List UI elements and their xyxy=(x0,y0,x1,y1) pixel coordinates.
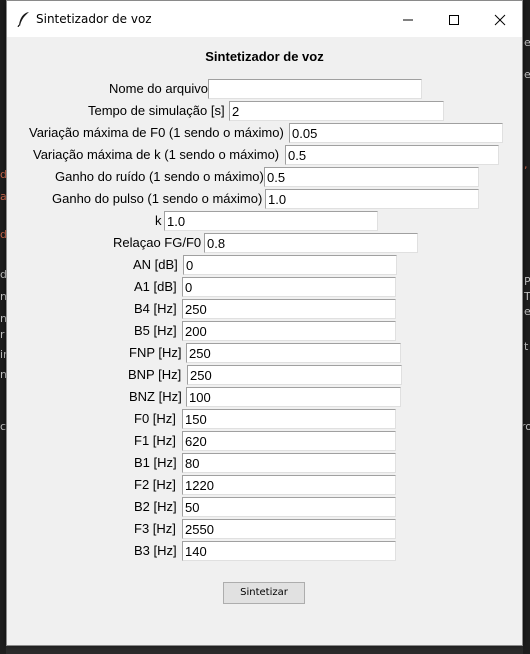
background-fragment: t xyxy=(524,340,529,353)
minimize-button[interactable] xyxy=(385,1,431,37)
b3-input[interactable] xyxy=(182,541,396,561)
f2-input[interactable] xyxy=(182,475,396,495)
field-label-fnp: FNP [Hz] xyxy=(129,345,182,360)
field-label-variacao-k: Variação máxima de k (1 sendo o máximo) xyxy=(33,147,280,162)
field-label-f3: F3 [Hz] xyxy=(134,521,176,536)
ganho-pulso-input[interactable] xyxy=(265,189,479,209)
field-label-ganho-ruido: Ganho do ruído (1 sendo o máximo) xyxy=(55,169,264,184)
b5-input[interactable] xyxy=(182,321,396,341)
close-icon xyxy=(494,14,506,26)
k-input[interactable] xyxy=(164,211,378,231)
field-label-b4: B4 [Hz] xyxy=(134,301,177,316)
title-bar[interactable]: Sintetizador de voz xyxy=(7,1,522,37)
relacao-fg-f0-input[interactable] xyxy=(204,233,418,253)
field-label-nome-do-arquivo: Nome do arquivo xyxy=(109,81,208,96)
field-label-a1: A1 [dB] xyxy=(134,279,177,294)
maximize-button[interactable] xyxy=(431,1,477,37)
f1-input[interactable] xyxy=(182,431,396,451)
a1-input[interactable] xyxy=(182,277,396,297)
background-editor-right xyxy=(523,0,530,654)
field-label-f2: F2 [Hz] xyxy=(134,477,176,492)
tempo-de-simulacao-input[interactable] xyxy=(229,101,444,121)
window-title: Sintetizador de voz xyxy=(36,12,152,26)
variacao-f0-input[interactable] xyxy=(289,123,503,143)
background-fragment: e xyxy=(524,305,530,318)
field-label-tempo-de-simulacao: Tempo de simulação [s] xyxy=(88,103,225,118)
field-label-f1: F1 [Hz] xyxy=(134,433,176,448)
field-label-bnz: BNZ [Hz] xyxy=(129,389,182,404)
sintetizar-button[interactable]: Sintetizar xyxy=(223,582,305,604)
form-heading: Sintetizador de voz xyxy=(205,49,324,64)
field-label-bnp: BNP [Hz] xyxy=(128,367,182,382)
variacao-k-input[interactable] xyxy=(285,145,499,165)
b2-input[interactable] xyxy=(182,497,396,517)
f3-input[interactable] xyxy=(182,519,396,539)
bnp-input[interactable] xyxy=(187,365,402,385)
background-fragment: r xyxy=(0,328,5,341)
b1-input[interactable] xyxy=(182,453,396,473)
field-label-ganho-pulso: Ganho do pulso (1 sendo o máximo) xyxy=(52,191,263,206)
an-input[interactable] xyxy=(183,255,397,275)
field-label-k: k xyxy=(155,213,162,228)
field-label-an: AN [dB] xyxy=(133,257,178,272)
background-fragment: , xyxy=(524,158,528,171)
field-label-b2: B2 [Hz] xyxy=(134,499,177,514)
field-label-variacao-f0: Variação máxima de F0 (1 sendo o máximo) xyxy=(29,125,284,140)
app-window: Sintetizador de voz Sintetizador de voz … xyxy=(6,0,523,646)
nome-do-arquivo-input[interactable] xyxy=(208,79,422,99)
background-fragment: P xyxy=(524,275,530,288)
b4-input[interactable] xyxy=(182,299,396,319)
ganho-ruido-input[interactable] xyxy=(264,167,479,187)
field-label-f0: F0 [Hz] xyxy=(134,411,176,426)
background-fragment: e xyxy=(524,36,530,49)
minimize-icon xyxy=(403,19,413,21)
f0-input[interactable] xyxy=(182,409,396,429)
field-label-b1: B1 [Hz] xyxy=(134,455,177,470)
bnz-input[interactable] xyxy=(186,387,401,407)
close-button[interactable] xyxy=(477,1,523,37)
background-fragment: e xyxy=(524,68,530,81)
background-fragment: T xyxy=(524,290,530,303)
maximize-icon xyxy=(449,15,459,25)
field-label-b3: B3 [Hz] xyxy=(134,543,177,558)
feather-icon xyxy=(17,12,29,27)
fnp-input[interactable] xyxy=(186,343,401,363)
field-label-b5: B5 [Hz] xyxy=(134,323,177,338)
field-label-relacao-fg-f0: Relaçao FG/F0 xyxy=(113,235,202,250)
